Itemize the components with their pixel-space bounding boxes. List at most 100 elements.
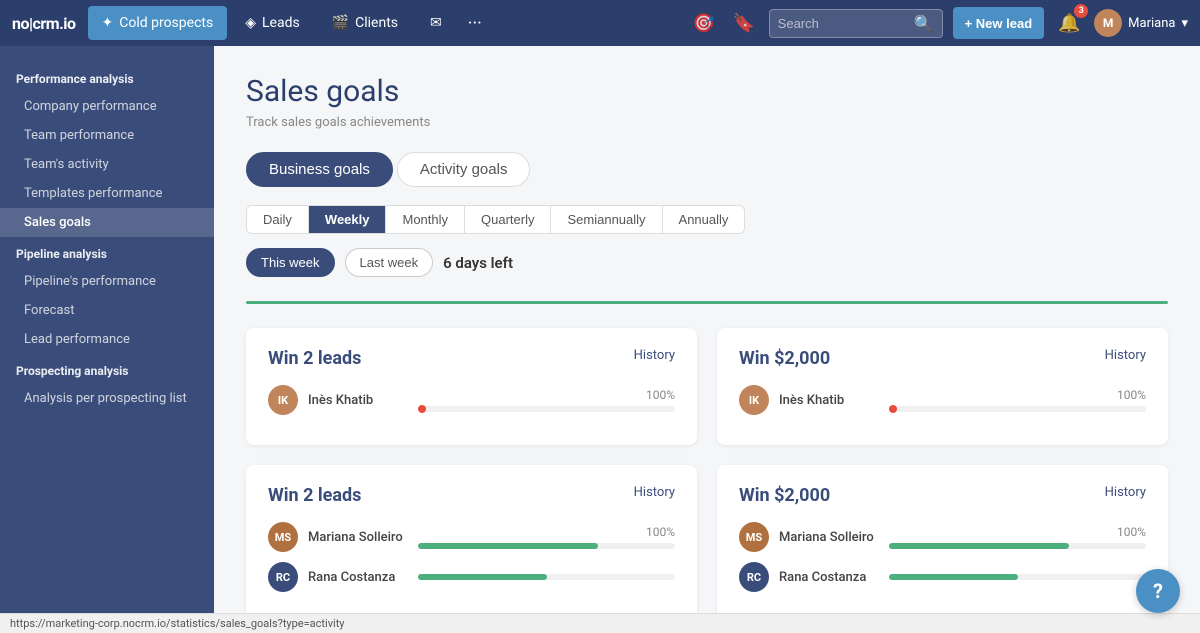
goal-card-1: Win 2 leads History IK Inès Khatib 100% [246,328,697,445]
goal-person-mariana-4: MS Mariana Solleiro 100% [739,522,1146,552]
avatar-rana-4: RC [739,562,769,592]
nav-leads[interactable]: ◈ Leads [231,6,313,40]
help-button[interactable]: ? [1136,569,1180,613]
goal-card-4-history[interactable]: History [1105,485,1146,500]
logo: no|crm.io [12,14,76,33]
progress-bar-rana-4 [889,574,1146,580]
notification-bell[interactable]: 🔔 3 [1054,8,1084,38]
sidebar-item-team-performance[interactable]: Team performance [0,121,214,150]
status-bar: https://marketing-corp.nocrm.io/statisti… [0,613,1200,633]
goal-tabs: Business goals Activity goals [246,152,1168,187]
goal-card-2-history[interactable]: History [1105,348,1146,363]
red-marker-ines-1 [418,405,426,413]
goal-person-ines-1: IK Inès Khatib 100% [268,385,675,415]
target-icon[interactable]: 🎯 [689,8,719,38]
goal-card-1-history[interactable]: History [634,348,675,363]
clients-icon: 🎬 [332,15,349,31]
progress-fill-rana-3 [418,574,547,580]
sidebar-section-title: Pipeline analysis [0,237,214,267]
sidebar-item-team-s-activity[interactable]: Team's activity [0,150,214,179]
progress-bar-mariana-4 [889,543,1146,549]
nav-clients-label: Clients [355,15,398,31]
progress-fill-mariana-4 [889,543,1069,549]
period-weekly[interactable]: Weekly [309,206,387,233]
goal-card-2-header: Win $2,000 History [739,348,1146,369]
avatar-ines-1: IK [268,385,298,415]
person-name-ines-2: Inès Khatib [779,393,879,408]
period-monthly[interactable]: Monthly [386,206,465,233]
goal-card-2-title: Win $2,000 [739,348,830,369]
sidebar-item-sales-goals[interactable]: Sales goals [0,208,214,237]
progress-area-ines-2: 100% [889,388,1146,412]
progress-bar-rana-3 [418,574,675,580]
sidebar-item-templates-performance[interactable]: Templates performance [0,179,214,208]
progress-pct-ines-1: 100% [646,388,675,402]
avatar-ines-2: IK [739,385,769,415]
red-marker-ines-2 [889,405,897,413]
main-content: Sales goals Track sales goals achievemen… [214,46,1200,613]
progress-bar-ines-2 [889,406,1146,412]
goal-card-3-history[interactable]: History [634,485,675,500]
notification-badge: 3 [1074,4,1088,18]
leads-icon: ◈ [245,15,256,31]
page-subtitle: Track sales goals achievements [246,115,1168,130]
goal-card-3-title: Win 2 leads [268,485,361,506]
nav-clients[interactable]: 🎬 Clients [318,6,412,40]
topnav: no|crm.io ✦ Cold prospects ◈ Leads 🎬 Cli… [0,0,1200,46]
progress-area-mariana-4: 100% [889,525,1146,549]
avatar-mariana-3: MS [268,522,298,552]
search-input[interactable] [778,16,908,31]
sidebar-item-analysis-per-prospecting-list[interactable]: Analysis per prospecting list [0,384,214,413]
progress-bar-ines-1 [418,406,675,412]
person-name-mariana-3: Mariana Solleiro [308,530,408,545]
period-annually[interactable]: Annually [663,206,745,233]
search-box[interactable]: 🔍 [769,9,943,38]
sidebar-item-company-performance[interactable]: Company performance [0,92,214,121]
goal-person-rana-4: RC Rana Costanza [739,562,1146,592]
nav-more-btn[interactable]: ··· [460,9,490,38]
main-layout: Performance analysisCompany performanceT… [0,46,1200,613]
period-quarterly[interactable]: Quarterly [465,206,551,233]
goal-card-1-header: Win 2 leads History [268,348,675,369]
person-name-rana-3: Rana Costanza [308,570,408,585]
sidebar-section-title: Performance analysis [0,62,214,92]
tab-business-goals[interactable]: Business goals [246,152,393,187]
this-week-btn[interactable]: This week [246,248,335,277]
sidebar-section-title: Prospecting analysis [0,354,214,384]
progress-area-ines-1: 100% [418,388,675,412]
sidebar-item-lead-performance[interactable]: Lead performance [0,325,214,354]
bookmark-icon[interactable]: 🔖 [729,8,759,38]
person-name-mariana-4: Mariana Solleiro [779,530,879,545]
sidebar-item-forecast[interactable]: Forecast [0,296,214,325]
progress-pct-ines-2: 100% [1117,388,1146,402]
status-url: https://marketing-corp.nocrm.io/statisti… [10,617,345,630]
period-daily[interactable]: Daily [247,206,309,233]
days-left: 6 days left [443,254,513,272]
goal-card-4-title: Win $2,000 [739,485,830,506]
sidebar-item-pipeline-s-performance[interactable]: Pipeline's performance [0,267,214,296]
progress-pct-mariana-4: 100% [1117,525,1146,539]
goal-card-4: Win $2,000 History MS Mariana Solleiro 1… [717,465,1168,613]
user-name: Mariana [1128,16,1175,31]
progress-fill-mariana-3 [418,543,598,549]
goal-card-1-title: Win 2 leads [268,348,361,369]
nav-cold-prospects[interactable]: ✦ Cold prospects [88,6,228,40]
nav-right: 🎯 🔖 🔍 + New lead 🔔 3 M Mariana ▾ [689,7,1188,39]
tab-activity-goals[interactable]: Activity goals [397,152,531,187]
user-menu[interactable]: M Mariana ▾ [1094,9,1188,37]
avatar: M [1094,9,1122,37]
goal-card-4-header: Win $2,000 History [739,485,1146,506]
goals-grid: Win 2 leads History IK Inès Khatib 100% [246,328,1168,613]
goal-card-3: Win 2 leads History MS Mariana Solleiro … [246,465,697,613]
person-name-rana-4: Rana Costanza [779,570,879,585]
goal-card-2: Win $2,000 History IK Inès Khatib 100% [717,328,1168,445]
new-lead-button[interactable]: + New lead [953,7,1045,39]
last-week-btn[interactable]: Last week [345,248,434,277]
person-name-ines-1: Inès Khatib [308,393,408,408]
week-selector: This week Last week 6 days left [246,248,1168,277]
sidebar: Performance analysisCompany performanceT… [0,46,214,613]
avatar-rana-3: RC [268,562,298,592]
progress-pct-mariana-3: 100% [646,525,675,539]
nav-email[interactable]: ✉ [416,6,456,40]
period-semiannually[interactable]: Semiannually [551,206,662,233]
